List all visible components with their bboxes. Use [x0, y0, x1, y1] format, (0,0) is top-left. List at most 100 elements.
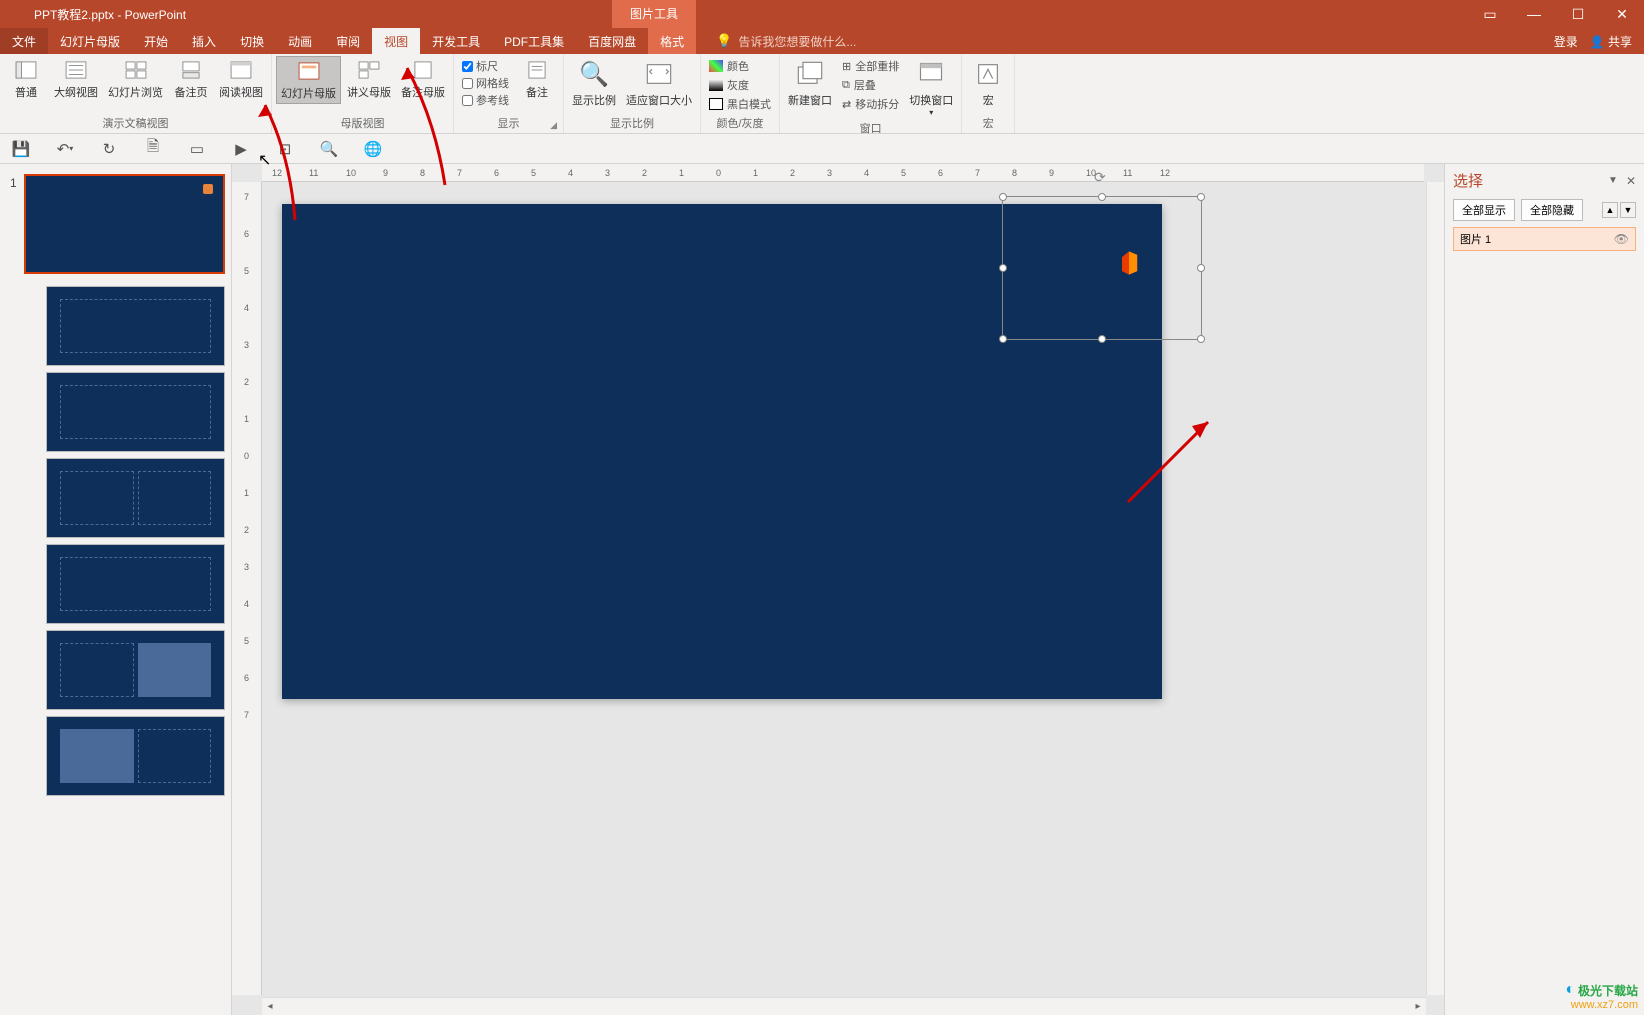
close-button[interactable]: ✕	[1600, 0, 1644, 28]
gridlines-checkbox[interactable]: 网格线	[462, 75, 509, 91]
move-split-button[interactable]: ⇄移动拆分	[842, 96, 899, 112]
save-button[interactable]: 💾	[10, 138, 32, 160]
tab-transitions[interactable]: 切换	[228, 28, 276, 54]
move-down-button[interactable]: ▼	[1620, 202, 1636, 218]
arrange-all-button[interactable]: ⊞全部重排	[842, 58, 899, 74]
group-label-presentation-views: 演示文稿视图	[4, 114, 267, 133]
resize-handle[interactable]	[999, 264, 1007, 272]
selection-item-picture-1[interactable]: 图片 1 👁	[1453, 227, 1636, 251]
resize-handle[interactable]	[1197, 335, 1205, 343]
slide-master-canvas[interactable]: ⟳	[282, 204, 1162, 699]
tell-me-search[interactable]: 💡 告诉我您想要做什么...	[716, 28, 856, 54]
normal-view-button[interactable]: 普通	[4, 56, 48, 102]
resize-handle[interactable]	[999, 335, 1007, 343]
notes-master-button[interactable]: 备注母版	[397, 56, 449, 102]
layout-thumbnail-1[interactable]	[46, 286, 225, 366]
outline-view-icon	[64, 58, 88, 82]
tab-baidu-netdisk[interactable]: 百度网盘	[576, 28, 648, 54]
scroll-left-button[interactable]: ◂	[262, 999, 278, 1015]
tab-developer[interactable]: 开发工具	[420, 28, 492, 54]
normal-view-icon	[14, 58, 38, 82]
document-title: PPT教程2.pptx - PowerPoint	[0, 6, 220, 23]
qat-icon-1[interactable]: 🗎	[142, 138, 164, 160]
switch-window-button[interactable]: 切换窗口▾	[905, 56, 957, 119]
handout-master-button[interactable]: 讲义母版	[343, 56, 395, 102]
grayscale-button[interactable]: 灰度	[709, 77, 771, 93]
ribbon-group-color: 颜色 灰度 黑白模式 颜色/灰度	[701, 54, 780, 133]
layout-thumbnail-6[interactable]	[46, 716, 225, 796]
hide-all-button[interactable]: 全部隐藏	[1521, 199, 1583, 221]
reading-view-button[interactable]: 阅读视图	[215, 56, 267, 102]
notes-button[interactable]: 备注	[515, 56, 559, 102]
reading-view-icon	[229, 58, 253, 82]
guides-checkbox[interactable]: 参考线	[462, 92, 509, 108]
master-slide-thumbnail[interactable]	[24, 174, 225, 274]
pane-close-icon[interactable]: ✕	[1626, 174, 1636, 188]
pane-dropdown-icon[interactable]: ▼	[1608, 175, 1618, 186]
start-slideshow-button[interactable]: ▶	[230, 138, 252, 160]
selected-image-frame[interactable]: ⟳	[1002, 196, 1202, 340]
ribbon-group-zoom: 🔍 显示比例 适应窗口大小 显示比例	[564, 54, 701, 133]
layout-thumbnail-5[interactable]	[46, 630, 225, 710]
macros-button[interactable]: 宏	[966, 56, 1010, 110]
cascade-button[interactable]: ⧉层叠	[842, 77, 899, 93]
minimize-button[interactable]: —	[1512, 0, 1556, 28]
fit-window-icon	[643, 58, 675, 90]
group-label-macros: 宏	[966, 114, 1010, 133]
group-label-show: 显示◢	[458, 114, 559, 133]
show-dialog-launcher[interactable]: ◢	[550, 120, 557, 131]
vertical-ruler[interactable]: 765432101234567	[232, 182, 262, 995]
tab-home[interactable]: 开始	[132, 28, 180, 54]
redo-button[interactable]: ↻	[98, 138, 120, 160]
vertical-scrollbar[interactable]	[1426, 182, 1444, 995]
move-up-button[interactable]: ▲	[1602, 202, 1618, 218]
tab-animations[interactable]: 动画	[276, 28, 324, 54]
slide-master-button[interactable]: 幻灯片母版	[276, 56, 341, 104]
notes-master-icon	[411, 58, 435, 82]
qat-icon-2[interactable]: ▭	[186, 138, 208, 160]
show-all-button[interactable]: 全部显示	[1453, 199, 1515, 221]
qat-icon-3[interactable]: ⊡	[274, 138, 296, 160]
selection-pane-title: 选择 ▼ ✕	[1453, 170, 1636, 191]
rotate-handle-icon[interactable]: ⟳	[1094, 169, 1106, 186]
ribbon-options-icon[interactable]: ▭	[1468, 0, 1512, 28]
color-button[interactable]: 颜色	[709, 58, 771, 74]
tab-file[interactable]: 文件	[0, 28, 48, 54]
scroll-right-button[interactable]: ▸	[1410, 999, 1426, 1015]
tab-slide-master[interactable]: 幻灯片母版	[48, 28, 132, 54]
tab-review[interactable]: 审阅	[324, 28, 372, 54]
resize-handle[interactable]	[1098, 193, 1106, 201]
slide-thumbnail-panel[interactable]	[0, 164, 232, 1015]
new-window-button[interactable]: 新建窗口	[784, 56, 836, 110]
resize-handle[interactable]	[1197, 264, 1205, 272]
layout-thumbnail-3[interactable]	[46, 458, 225, 538]
tab-pdf-tools[interactable]: PDF工具集	[492, 28, 576, 54]
layout-thumbnail-4[interactable]	[46, 544, 225, 624]
qat-icon-4[interactable]: 🔍	[318, 138, 340, 160]
bw-button[interactable]: 黑白模式	[709, 96, 771, 112]
outline-view-button[interactable]: 大纲视图	[50, 56, 102, 102]
notes-page-button[interactable]: 备注页	[169, 56, 213, 102]
share-link[interactable]: 👤 共享	[1590, 33, 1632, 50]
maximize-button[interactable]: ☐	[1556, 0, 1600, 28]
undo-button[interactable]: ↶ ▾	[54, 138, 76, 160]
zoom-button[interactable]: 🔍 显示比例	[568, 56, 620, 110]
resize-handle[interactable]	[1197, 193, 1205, 201]
horizontal-scrollbar[interactable]: ◂ ▸	[262, 997, 1426, 1015]
tab-insert[interactable]: 插入	[180, 28, 228, 54]
resize-handle[interactable]	[1098, 335, 1106, 343]
qat-icon-5[interactable]: 🌐	[362, 138, 384, 160]
layout-thumbnail-2[interactable]	[46, 372, 225, 452]
slide-sorter-button[interactable]: 幻灯片浏览	[104, 56, 167, 102]
ruler-checkbox[interactable]: 标尺	[462, 58, 509, 74]
selection-pane: 选择 ▼ ✕ 全部显示 全部隐藏 ▲ ▼ 图片 1 👁	[1444, 164, 1644, 1015]
tab-format[interactable]: 格式	[648, 28, 696, 54]
resize-handle[interactable]	[999, 193, 1007, 201]
handout-master-icon	[357, 58, 381, 82]
visibility-toggle-icon[interactable]: 👁	[1614, 232, 1629, 246]
tab-view[interactable]: 视图	[372, 28, 420, 54]
horizontal-ruler[interactable]: 1211109876543210123456789101112	[262, 164, 1424, 182]
fit-window-button[interactable]: 适应窗口大小	[622, 56, 696, 110]
new-window-icon	[794, 58, 826, 90]
login-link[interactable]: 登录	[1554, 33, 1578, 50]
